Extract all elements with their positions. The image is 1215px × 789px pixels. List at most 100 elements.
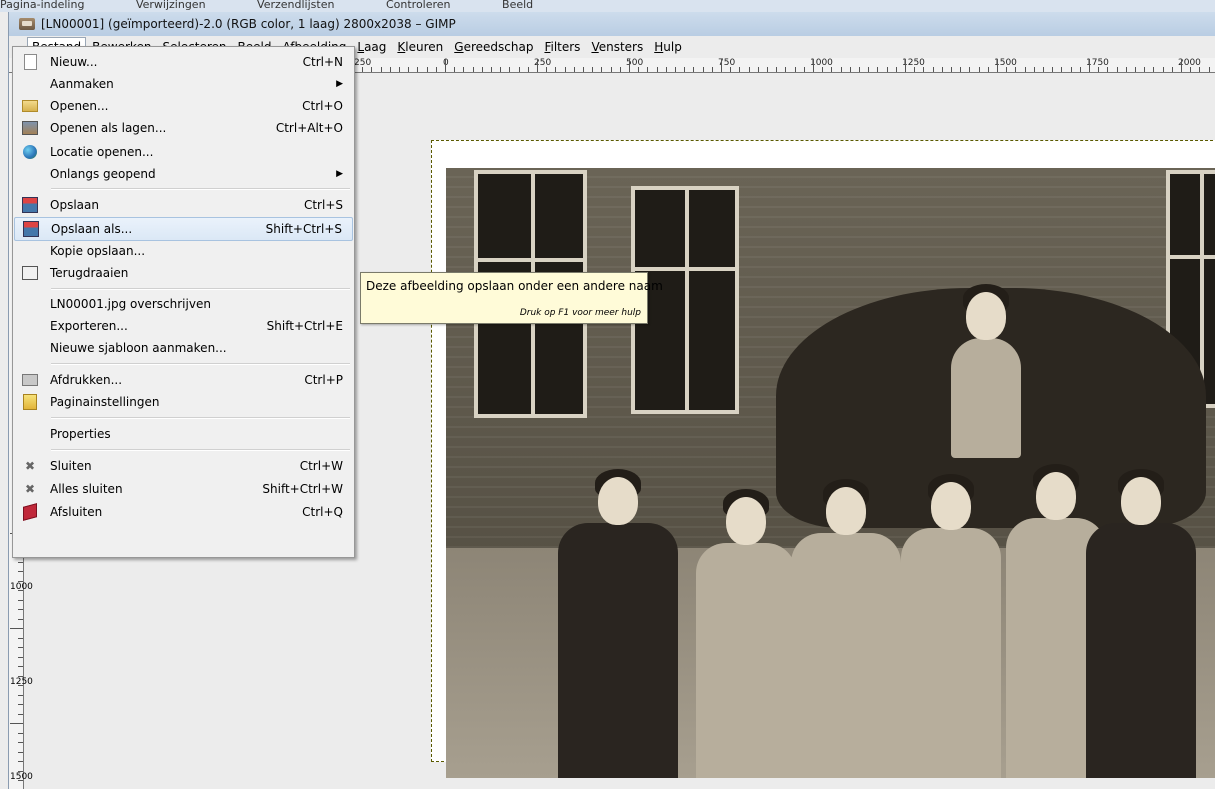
menu-item-label: Properties (50, 427, 111, 441)
photo-person (558, 469, 678, 778)
ruler-tick (675, 67, 676, 72)
close-all-icon: ✖ (24, 482, 36, 496)
menu-vensters[interactable]: Vensters (586, 37, 648, 57)
ruler-tick (537, 59, 538, 72)
ruler-tick (887, 67, 888, 72)
ruler-tick (620, 67, 621, 72)
menu-item-new[interactable]: Nieuw... Ctrl+N (14, 51, 353, 73)
background-window-strip: Pagina-indeling Verwijzingen Verzendlijs… (0, 0, 1215, 12)
open-layers-icon (22, 120, 38, 136)
menu-item-label: Afsluiten (50, 505, 103, 519)
menu-item-export[interactable]: Exporteren... Shift+Ctrl+E (14, 315, 353, 337)
ruler-tick (1089, 59, 1090, 72)
menu-item-label: Kopie opslaan... (50, 244, 146, 258)
submenu-arrow-icon: ▶ (336, 169, 343, 179)
menu-item-label: LN00001.jpg overschrijven (50, 297, 211, 311)
photo-image[interactable] (446, 168, 1215, 778)
ruler-tick (18, 647, 23, 648)
background-menu-item: Beeld (502, 0, 534, 11)
menu-item-save-as[interactable]: Opslaan als... Shift+Ctrl+S (14, 217, 353, 241)
ruler-tick (583, 67, 584, 72)
menu-item-label: Afdrukken... (50, 373, 123, 387)
ruler-tick (18, 581, 23, 582)
ruler-tick (18, 676, 23, 677)
ruler-tick (500, 67, 501, 72)
menu-item-open-location[interactable]: Locatie openen... (14, 141, 353, 163)
ruler-tick (18, 609, 23, 610)
menu-item-close-all[interactable]: ✖ Alles sluiten Shift+Ctrl+W (14, 478, 353, 500)
menu-filters[interactable]: Filters (539, 37, 585, 57)
background-menu-item: Pagina-indeling (0, 0, 85, 11)
ruler-tick (859, 67, 860, 72)
ruler-tick (813, 59, 814, 72)
ruler-label: 1250 (10, 677, 33, 687)
menu-laag[interactable]: Laag (352, 37, 391, 57)
ruler-tick (371, 67, 372, 72)
revert-icon (22, 265, 38, 281)
menu-gereedschap[interactable]: Gereedschap (449, 37, 538, 57)
ruler-tick (18, 638, 23, 639)
menu-item-label: Alles sluiten (50, 482, 123, 496)
ruler-tick (18, 600, 23, 601)
ruler-tick (454, 67, 455, 72)
ruler-tick (1181, 59, 1182, 72)
menu-item-new-template[interactable]: Nieuwe sjabloon aanmaken... (14, 337, 353, 359)
ruler-tick (427, 67, 428, 72)
ruler-tick (831, 67, 832, 72)
ruler-tick (923, 67, 924, 72)
ruler-tick (10, 628, 23, 629)
ruler-tick (684, 67, 685, 72)
ruler-tick (638, 67, 639, 72)
ruler-tick (399, 67, 400, 72)
menu-item-close[interactable]: ✖ Sluiten Ctrl+W (14, 455, 353, 477)
menu-item-save[interactable]: Opslaan Ctrl+S (14, 194, 353, 216)
menu-item-print[interactable]: Afdrukken... Ctrl+P (14, 369, 353, 391)
background-menu-item: Verwijzingen (135, 0, 206, 11)
menu-item-revert[interactable]: Terugdraaien (14, 262, 353, 284)
menu-item-quit[interactable]: Afsluiten Ctrl+Q (14, 501, 353, 523)
ruler-tick (666, 67, 667, 72)
ruler-tick (1006, 67, 1007, 72)
ruler-tick (463, 67, 464, 72)
title-bar[interactable]: [LN00001] (geïmporteerd)-2.0 (RGB color,… (9, 12, 1215, 36)
tooltip-hint: Druk op F1 voor meer hulp (519, 308, 641, 318)
ruler-tick (381, 67, 382, 72)
menu-separator (51, 363, 350, 365)
menu-item-label: Openen als lagen... (50, 121, 167, 135)
ruler-tick (969, 67, 970, 72)
menu-item-page-setup[interactable]: Paginainstellingen (14, 391, 353, 413)
ruler-tick (546, 67, 547, 72)
menu-item-create[interactable]: Aanmaken ▶ (14, 73, 353, 95)
menu-item-properties[interactable]: Properties (14, 423, 353, 445)
ruler-tick (1043, 67, 1044, 72)
menu-item-open-as-layers[interactable]: Openen als lagen... Ctrl+Alt+O (14, 117, 353, 139)
ruler-tick (18, 771, 23, 772)
ruler-tick (822, 67, 823, 72)
menu-separator (51, 417, 350, 419)
ruler-tick (1153, 67, 1154, 72)
menu-item-label: Aanmaken (50, 77, 114, 91)
menu-item-recent[interactable]: Onlangs geopend ▶ (14, 163, 353, 185)
menu-item-overwrite[interactable]: LN00001.jpg overschrijven (14, 293, 353, 315)
ruler-tick (868, 67, 869, 72)
ruler-tick (767, 67, 768, 72)
ruler-tick (18, 695, 23, 696)
background-menu-item: Verzendlijsten (257, 0, 335, 11)
menu-hulp[interactable]: Hulp (649, 37, 687, 57)
ruler-tick (519, 67, 520, 72)
menu-kleuren[interactable]: Kleuren (392, 37, 448, 57)
ruler-tick (565, 67, 566, 72)
menu-item-shortcut: Shift+Ctrl+E (266, 319, 343, 333)
ruler-tick (1135, 67, 1136, 72)
ruler-tick (555, 67, 556, 72)
menu-item-open[interactable]: Openen... Ctrl+O (14, 95, 353, 117)
ruler-tick (491, 67, 492, 72)
ruler-tick (988, 67, 989, 72)
ruler-tick (997, 59, 998, 72)
ruler-tick (804, 67, 805, 72)
menu-item-save-copy[interactable]: Kopie opslaan... (14, 240, 353, 262)
ruler-tick (18, 657, 23, 658)
save-as-icon (23, 221, 39, 237)
ruler-tick (896, 67, 897, 72)
ruler-tick (739, 67, 740, 72)
